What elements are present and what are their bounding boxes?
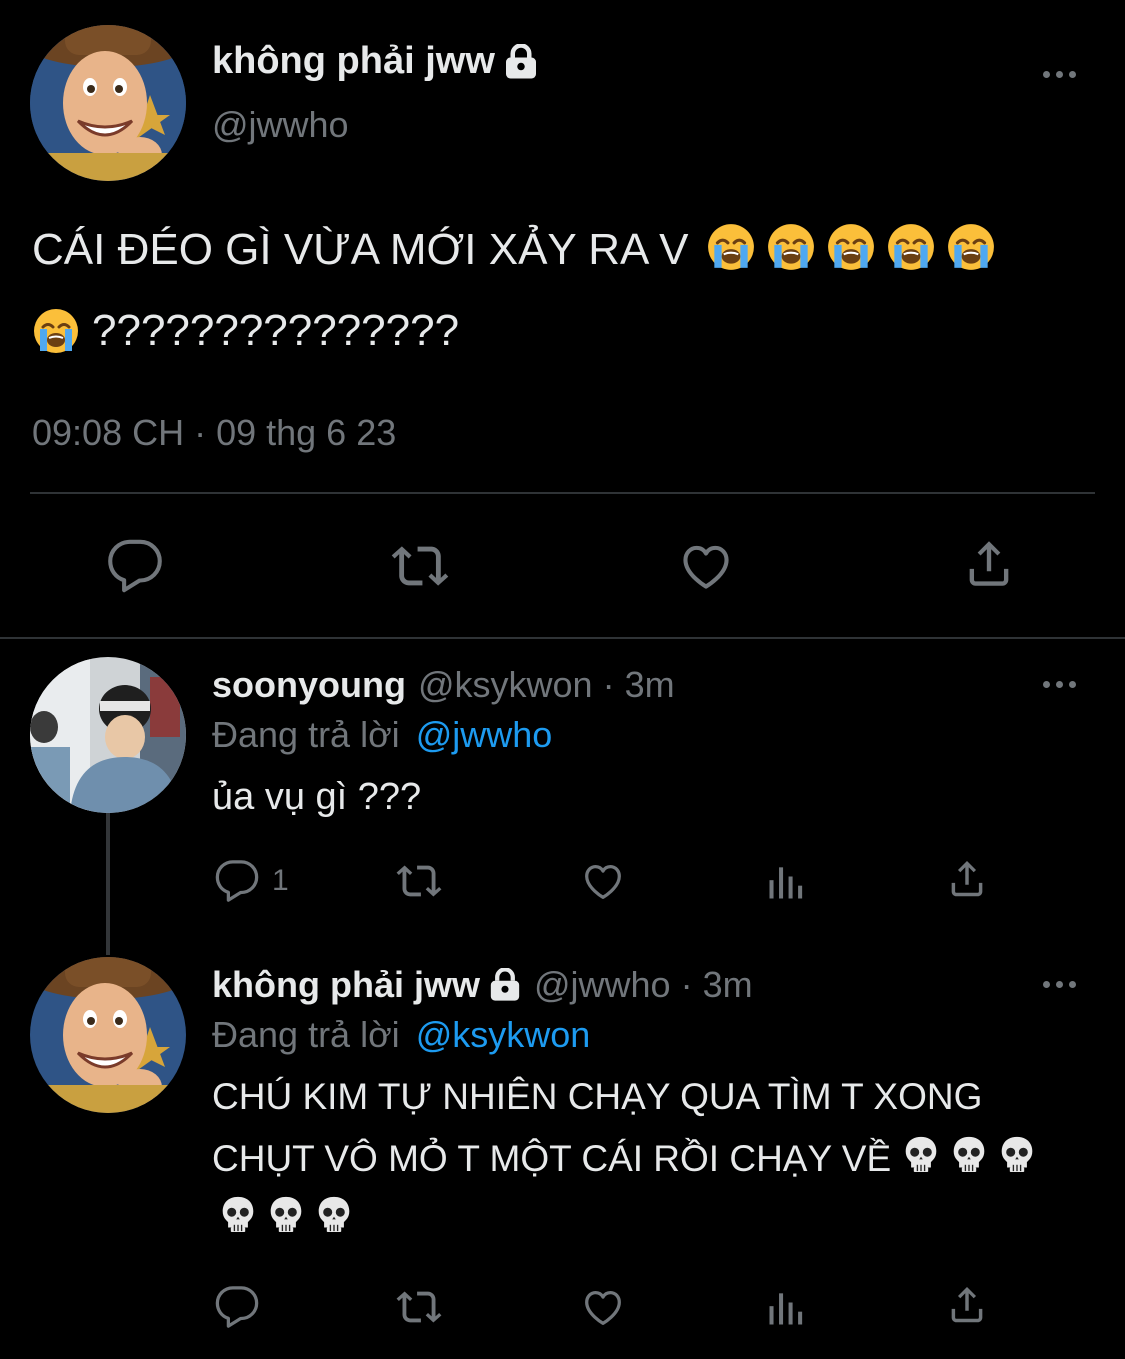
avatar[interactable] <box>30 957 186 1113</box>
loudly-crying-face-emoji <box>946 222 996 283</box>
lock-icon <box>488 968 522 1002</box>
loudly-crying-face-emoji <box>826 222 876 283</box>
display-name[interactable]: không phải jww <box>212 40 495 83</box>
divider <box>30 492 1095 494</box>
more-options-icon[interactable] <box>1043 681 1076 688</box>
tweet-text: CÁI ĐÉO GÌ VỪA MỚI XẢY RA V <box>32 225 689 274</box>
loudly-crying-face-emoji <box>32 307 80 355</box>
share-icon[interactable] <box>960 535 1018 593</box>
reply-icon[interactable] <box>214 858 260 904</box>
retweet-icon[interactable] <box>386 537 454 595</box>
mention-link[interactable]: @jwwho <box>416 714 553 755</box>
replying-to: Đang trả lời @ksykwon <box>212 1014 590 1056</box>
lock-icon <box>503 44 539 80</box>
reply-text-line-1: CHÚ KIM TỰ NHIÊN CHẠY QUA TÌM T XONG <box>212 1076 983 1117</box>
display-name-row: không phải jww <box>212 40 539 83</box>
emoji-group <box>696 225 996 274</box>
handle[interactable]: @jwwho <box>534 964 671 1006</box>
reply-count: 1 <box>272 864 289 897</box>
replying-to: Đang trả lời @jwwho <box>212 714 552 756</box>
share-icon[interactable] <box>944 856 990 902</box>
reply-header: không phải jww @jwwho · 3m <box>212 964 753 1006</box>
reply-text: CHỤT VÔ MỎ T MỘT CÁI RỒI CHẠY VỀ <box>212 1137 892 1179</box>
skull-emoji <box>268 1194 304 1239</box>
mention-link[interactable]: @ksykwon <box>416 1014 591 1055</box>
tweet-text-cont: ??????????????? <box>92 306 460 355</box>
reply-text-line-2: CHỤT VÔ MỎ T MỘT CÁI RỒI CHẠY VỀ <box>212 1134 1047 1183</box>
skull-emoji <box>999 1134 1035 1183</box>
time[interactable]: · 3m <box>603 664 675 706</box>
handle[interactable]: @jwwho <box>212 104 349 146</box>
reply-icon[interactable] <box>106 537 164 595</box>
like-icon[interactable] <box>578 1284 628 1330</box>
like-icon[interactable] <box>676 537 736 595</box>
loudly-crying-face-emoji <box>766 222 816 283</box>
views-icon[interactable] <box>764 860 808 904</box>
more-options-icon[interactable] <box>1043 71 1076 78</box>
avatar[interactable] <box>30 25 186 181</box>
reply-icon[interactable] <box>214 1284 260 1330</box>
loudly-crying-face-emoji <box>706 222 756 283</box>
retweet-icon[interactable] <box>392 1284 446 1330</box>
more-options-icon[interactable] <box>1043 981 1076 988</box>
thread-line <box>106 813 110 955</box>
like-icon[interactable] <box>578 858 628 904</box>
time[interactable]: · 3m <box>681 964 753 1006</box>
reply-action[interactable]: 1 <box>214 858 289 904</box>
retweet-icon[interactable] <box>392 858 446 904</box>
divider <box>0 637 1125 639</box>
replying-label: Đang trả lời <box>212 714 400 755</box>
skull-emoji-group <box>212 1194 364 1239</box>
skull-emoji-group <box>895 1134 1047 1183</box>
tweet-text-line-2: ??????????????? <box>32 306 459 356</box>
skull-emoji <box>903 1134 939 1183</box>
skull-emoji <box>951 1134 987 1183</box>
skull-emoji <box>316 1194 352 1239</box>
reply-header: soonyoung @ksykwon · 3m <box>212 664 675 706</box>
loudly-crying-face-emoji <box>886 222 936 283</box>
reply-text-line-3 <box>212 1194 364 1239</box>
tweet-text-line-1: CÁI ĐÉO GÌ VỪA MỚI XẢY RA V <box>32 222 996 283</box>
timestamp[interactable]: 09:08 CH · 09 thg 6 23 <box>32 412 396 454</box>
reply-text: ủa vụ gì ??? <box>212 776 422 818</box>
avatar[interactable] <box>30 657 186 813</box>
display-name[interactable]: soonyoung <box>212 664 406 706</box>
display-name[interactable]: không phải jww <box>212 964 480 1006</box>
views-icon[interactable] <box>764 1286 808 1330</box>
handle[interactable]: @ksykwon <box>418 664 593 706</box>
skull-emoji <box>220 1194 256 1239</box>
replying-label: Đang trả lời <box>212 1014 400 1055</box>
share-icon[interactable] <box>944 1282 990 1328</box>
